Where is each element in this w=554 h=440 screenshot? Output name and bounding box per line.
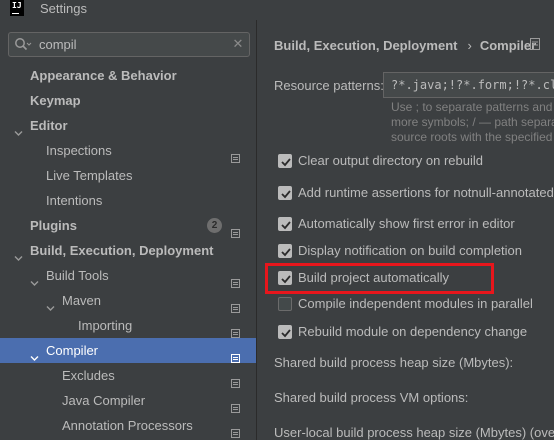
tree-item[interactable]: Keymap [0,88,256,113]
resource-patterns-label: Resource patterns: [274,78,384,93]
updates-count-badge: 2 [207,218,222,233]
settings-sidebar: ✕ Appearance & Behavior Keymap Editor Inspe… [0,20,257,440]
breadcrumb-parent[interactable]: Build, Execution, Deployment [274,38,457,53]
checkbox-unchecked[interactable] [278,297,292,311]
tree-item-label: Appearance & Behavior [30,68,177,83]
tree-item-label: Compiler [46,343,99,358]
tree-item-label: Plugins [30,218,77,233]
checkbox-label: Rebuild module on dependency change [298,324,528,339]
tree-item[interactable]: Editor [0,113,256,138]
tree-item[interactable]: Build Tools [0,263,256,288]
checkbox-label: Add runtime assertions for notnull-annot… [298,185,554,200]
checkbox-label: Compile independent modules in parallel [298,296,533,311]
tree-item[interactable]: Build, Execution, Deployment [0,238,256,263]
chevron-down-icon[interactable] [14,121,23,136]
checkbox-checked[interactable] [278,244,292,258]
title-bar: IJ Settings [0,0,554,20]
resource-patterns-hint-2: more symbols; / — path separa [391,115,554,129]
tree-item-label: Importing [78,318,133,333]
search-input[interactable] [39,36,229,53]
settings-tree: Appearance & Behavior Keymap Editor Inspect… [0,63,256,438]
chevron-down-icon[interactable] [30,346,39,361]
intellij-logo-icon: IJ [10,0,24,16]
project-scope-icon [231,221,240,238]
project-scope-icon [231,146,240,163]
tree-item[interactable]: Intentions [0,188,256,213]
tree-item-label: Intentions [46,193,103,208]
shared-heap-size-label: Shared build process heap size (Mbytes): [274,355,514,370]
settings-content: Build, Execution, Deployment › Compiler Re… [258,20,554,440]
checkbox-checked[interactable] [278,154,292,168]
tree-item-label: Live Templates [46,168,133,183]
tree-item-label: Inspections [46,143,112,158]
tree-item[interactable]: Excludes [0,363,256,388]
tree-item-label: Java Compiler [62,393,146,408]
checkbox-label: Automatically show first error in editor [298,216,515,231]
project-scope-icon [231,296,240,313]
tree-item[interactable]: Importing [0,313,256,338]
highlight-box [265,263,494,294]
project-scope-icon [231,271,240,288]
tree-item[interactable]: Plugins 2 [0,213,256,238]
tree-item-label: Excludes [62,368,115,383]
checkbox-label: Display notification on build completion [298,243,523,258]
tree-item-label: Annotation Processors [62,418,193,433]
project-scope-icon [231,371,240,388]
chevron-down-icon[interactable] [46,296,55,311]
project-scope-icon [231,321,240,338]
tree-item[interactable]: Appearance & Behavior [0,63,256,88]
project-scope-icon [530,37,540,51]
window-title: Settings [40,1,87,16]
tree-item-label: Keymap [30,93,81,108]
tree-item-label: Maven [62,293,102,308]
checkbox-checked[interactable] [278,186,292,200]
project-scope-icon [231,421,240,438]
breadcrumb: Build, Execution, Deployment › Compiler [274,38,536,53]
tree-item[interactable]: Annotation Processors [0,413,256,438]
project-scope-icon [231,346,240,363]
checkbox-checked[interactable] [278,325,292,339]
breadcrumb-current: Compiler [479,38,537,53]
resource-patterns-hint-1: Use ; to separate patterns and [391,100,553,114]
tree-item[interactable]: Inspections [0,138,256,163]
resource-patterns-input[interactable]: ?*.java;!?*.form;!?*.cla [383,72,554,98]
resource-patterns-hint-3: source roots with the specified [391,130,553,144]
tree-item[interactable]: Maven [0,288,256,313]
chevron-down-icon[interactable] [30,271,39,286]
tree-item-label: Editor [30,118,68,133]
checkbox-checked[interactable] [278,217,292,231]
project-scope-icon [231,396,240,413]
tree-item[interactable]: Java Compiler [0,388,256,413]
shared-vm-options-label: Shared build process VM options: [274,390,469,405]
search-icon [14,37,32,53]
user-local-heap-size-label: User-local build process heap size (Mbyt… [274,425,554,440]
checkbox-label: Clear output directory on rebuild [298,153,483,168]
chevron-down-icon[interactable] [14,246,23,261]
tree-item[interactable]: Live Templates [0,163,256,188]
settings-search-box[interactable]: ✕ [8,32,250,57]
tree-item-label: Build Tools [46,268,109,283]
tree-item[interactable]: Compiler [0,338,256,363]
tree-item-label: Build, Execution, Deployment [30,243,214,258]
breadcrumb-separator: › [467,38,472,53]
clear-search-icon[interactable]: ✕ [229,34,247,54]
